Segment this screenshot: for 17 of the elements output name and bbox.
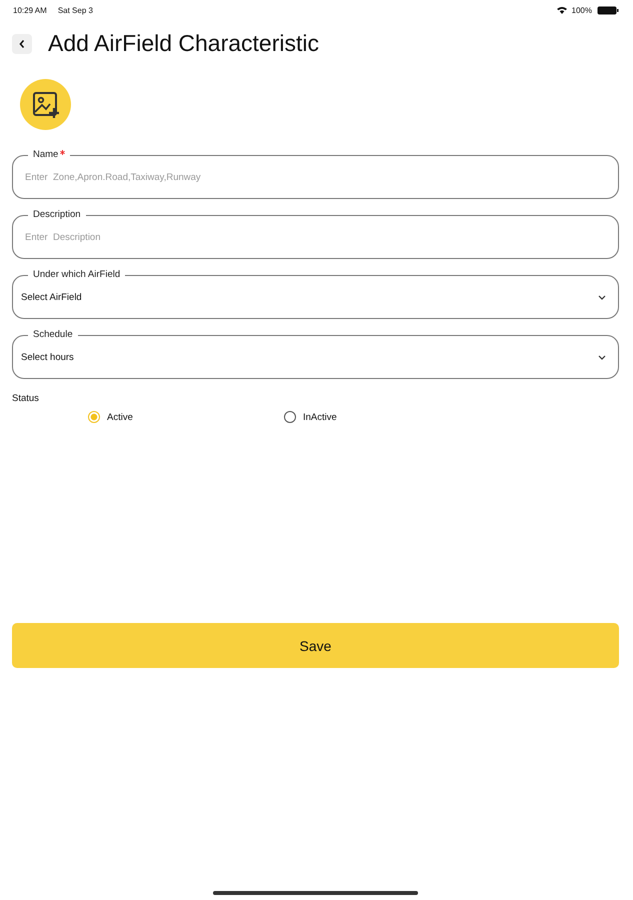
page-title: Add AirField Characteristic — [48, 30, 319, 57]
back-button[interactable] — [12, 34, 32, 54]
status-time: 10:29 AM — [13, 6, 47, 14]
save-button[interactable]: Save — [12, 623, 619, 668]
add-image-icon — [30, 90, 60, 120]
battery-level: 100% — [572, 6, 592, 14]
radio-option[interactable]: Active — [88, 411, 284, 423]
chevron-left-icon — [18, 38, 26, 48]
status-label: Status — [12, 393, 40, 404]
asterisk-icon — [60, 150, 66, 155]
battery-icon — [597, 6, 619, 14]
radio-option[interactable]: InActive — [284, 411, 480, 423]
chevron-down-icon — [598, 354, 606, 360]
wifi-icon — [556, 6, 567, 14]
status-date: Sat Sep 3 — [58, 6, 93, 14]
add-image-button[interactable] — [20, 79, 71, 130]
chevron-down-icon — [598, 294, 606, 300]
